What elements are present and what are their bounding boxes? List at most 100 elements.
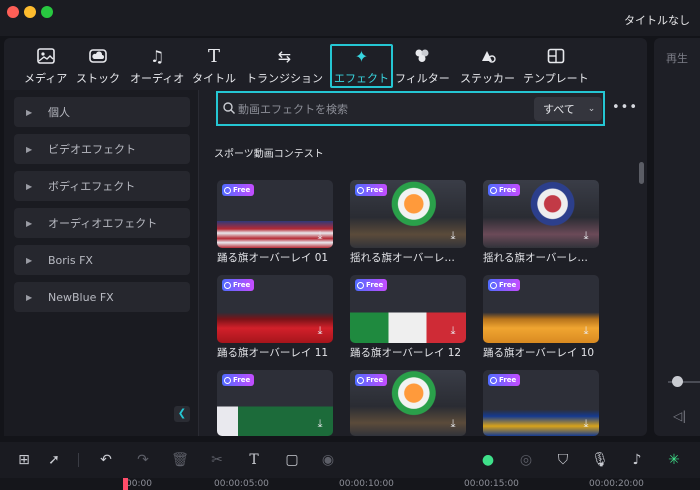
download-icon[interactable]: ⤓ <box>579 417 593 431</box>
timeline-ruler[interactable]: 00:00 00:00:05:00 00:00:10:00 00:00:15:0… <box>0 478 700 490</box>
scrollbar[interactable] <box>639 162 644 184</box>
tab-audio[interactable]: ♫ オーディオ <box>130 46 184 88</box>
search-input[interactable] <box>238 99 528 119</box>
playhead[interactable] <box>123 478 128 490</box>
cut-icon[interactable]: ✂ <box>207 450 227 470</box>
text-tool-icon[interactable]: T <box>244 450 264 470</box>
effect-card-label: 揺れる旗オーバーレ… <box>483 252 588 264</box>
effect-card[interactable]: Free ⤓ <box>217 370 333 436</box>
crop-icon[interactable]: ▢ <box>282 450 302 470</box>
sidebar-item-body-effects[interactable]: ▶ ボディエフェクト <box>14 171 190 201</box>
sidebar-item-label: 個人 <box>48 106 70 119</box>
tab-titles[interactable]: T タイトル <box>192 46 236 88</box>
effect-card[interactable]: Free ⤓ <box>350 180 466 248</box>
sidebar-item-boris-fx[interactable]: ▶ Boris FX <box>14 245 190 275</box>
effect-card-label: 踊る旗オーバーレイ 10 <box>483 347 595 359</box>
media-icon <box>35 46 57 66</box>
effect-card[interactable]: Free ⤓ <box>350 370 466 436</box>
sidebar-item-video-effects[interactable]: ▶ ビデオエフェクト <box>14 134 190 164</box>
clock-icon <box>357 376 364 384</box>
effect-card[interactable]: Free ⤓ <box>483 370 599 436</box>
minimize-window-button[interactable] <box>24 6 36 18</box>
chevron-down-icon: ⌄ <box>587 104 596 114</box>
download-icon[interactable]: ⤓ <box>313 229 327 243</box>
effect-card[interactable]: Free ⤓ <box>217 180 333 248</box>
player-panel: 再生 ◁| <box>654 38 700 436</box>
free-badge: Free <box>355 374 388 386</box>
download-icon[interactable]: ⤓ <box>579 324 593 338</box>
effect-card[interactable]: Free ⤓ <box>483 275 599 343</box>
effect-card-label: 踊る旗オーバーレイ 11 <box>217 347 329 359</box>
marker-icon[interactable]: ⛉ <box>553 450 573 470</box>
clock-icon <box>224 186 231 194</box>
tab-label: エフェクト <box>334 72 389 85</box>
effect-icon: ✦ <box>354 46 369 66</box>
select-tool-icon[interactable]: ➚ <box>44 450 64 470</box>
search-icon <box>223 102 235 114</box>
clock-icon <box>490 186 497 194</box>
category-sidebar: ▶ 個人 ▶ ビデオエフェクト ▶ ボディエフェクト ▶ オーディオエフェクト … <box>4 90 199 436</box>
download-icon[interactable]: ⤓ <box>313 417 327 431</box>
template-icon <box>545 46 567 66</box>
zoom-window-button[interactable] <box>41 6 53 18</box>
music-icon: ♫ <box>149 46 165 66</box>
clock-icon <box>224 376 231 384</box>
tab-templates[interactable]: テンプレート <box>523 46 589 88</box>
close-window-button[interactable] <box>7 6 19 18</box>
chevron-right-icon: ▶ <box>26 144 33 154</box>
tab-effects[interactable]: ✦ エフェクト <box>330 44 393 88</box>
toolbar-divider <box>78 453 79 467</box>
sidebar-item-newblue-fx[interactable]: ▶ NewBlue FX <box>14 282 190 312</box>
filter-icon <box>411 46 433 66</box>
tab-stock[interactable]: ストック <box>76 46 120 88</box>
sidebar-item-personal[interactable]: ▶ 個人 <box>14 97 190 127</box>
effect-card-label: 踊る旗オーバーレイ 12 <box>350 347 462 359</box>
ai-assistant-icon[interactable]: ● <box>478 450 498 470</box>
download-icon[interactable]: ⤓ <box>579 229 593 243</box>
free-badge-label: Free <box>366 376 384 384</box>
free-badge-label: Free <box>233 186 251 194</box>
clock-icon <box>490 376 497 384</box>
clock-icon <box>224 281 231 289</box>
free-badge-label: Free <box>499 281 517 289</box>
tab-filters[interactable]: フィルター <box>395 46 450 88</box>
color-palette-icon[interactable]: ◉ <box>318 450 338 470</box>
timeline-toolbar: ⊞ ➚ ↶ ↷ 🗑 ✂ T ▢ ◉ ● ◎ ⛉ 🎙 ♪ ✳ <box>0 442 700 478</box>
sidebar-item-label: オーディオエフェクト <box>48 217 158 230</box>
undo-icon[interactable]: ↶ <box>96 450 116 470</box>
collapse-sidebar-button[interactable]: ❮ <box>174 406 190 422</box>
tab-media[interactable]: メディア <box>24 46 67 88</box>
tab-transitions[interactable]: ⇆ トランジション <box>246 46 323 88</box>
tab-label: トランジション <box>246 72 323 85</box>
more-options-icon[interactable]: ••• <box>612 100 638 115</box>
audio-track-icon[interactable]: ♪ <box>627 450 647 470</box>
search-bar: すべて ⌄ <box>216 91 605 126</box>
download-icon[interactable]: ⤓ <box>446 324 460 338</box>
redo-icon[interactable]: ↷ <box>133 450 153 470</box>
download-icon[interactable]: ⤓ <box>446 417 460 431</box>
free-badge: Free <box>222 279 255 291</box>
download-icon[interactable]: ⤓ <box>446 229 460 243</box>
sidebar-item-audio-effects[interactable]: ▶ オーディオエフェクト <box>14 208 190 238</box>
clock-icon <box>357 281 364 289</box>
sidebar-item-label: ボディエフェクト <box>48 180 136 193</box>
filter-dropdown-value: すべて <box>543 103 575 116</box>
auto-sync-icon[interactable]: ✳ <box>664 450 684 470</box>
download-icon[interactable]: ⤓ <box>313 324 327 338</box>
speed-icon[interactable]: ◎ <box>516 450 536 470</box>
player-label: 再生 <box>666 52 688 65</box>
layout-icon[interactable]: ⊞ <box>14 450 34 470</box>
ruler-tick: 00:00:10:00 <box>339 479 394 489</box>
volume-slider-knob[interactable] <box>672 376 683 387</box>
filter-dropdown[interactable]: すべて ⌄ <box>534 97 602 121</box>
free-badge-label: Free <box>499 186 517 194</box>
effect-card[interactable]: Free ⤓ <box>350 275 466 343</box>
ruler-tick: 00:00:15:00 <box>464 479 519 489</box>
chevron-right-icon: ▶ <box>26 107 33 117</box>
effect-card[interactable]: Free ⤓ <box>483 180 599 248</box>
microphone-icon[interactable]: 🎙 <box>590 450 610 470</box>
previous-frame-icon[interactable]: ◁| <box>673 409 686 423</box>
delete-icon[interactable]: 🗑 <box>170 450 190 470</box>
effect-card[interactable]: Free ⤓ <box>217 275 333 343</box>
tab-stickers[interactable]: ステッカー <box>460 46 515 88</box>
